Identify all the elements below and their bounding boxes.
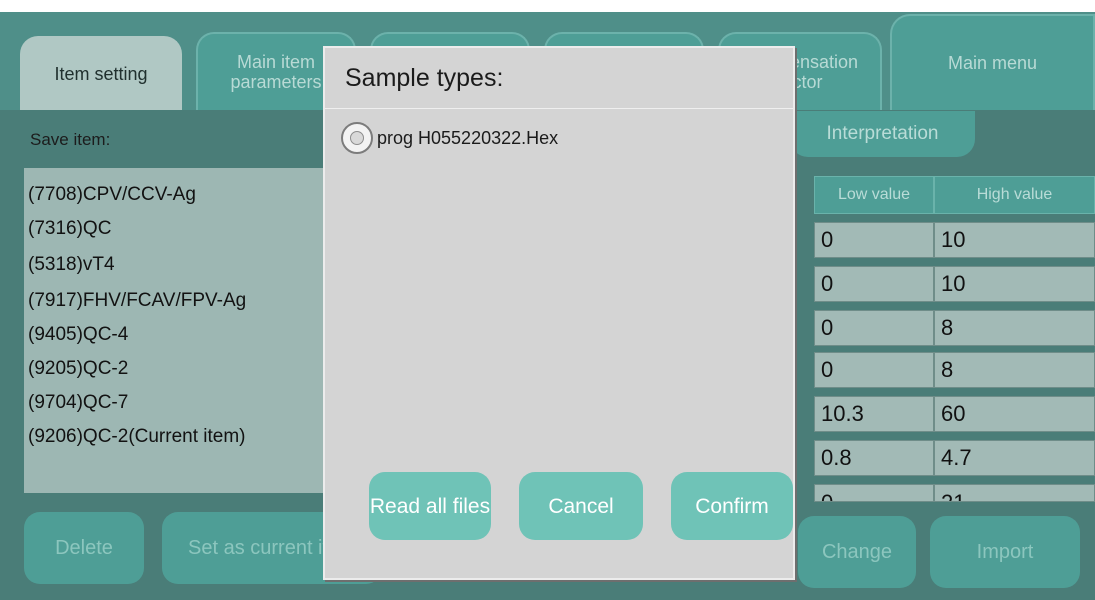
dialog-title: Sample types: [345, 64, 504, 92]
list-item[interactable]: (9206)QC-2(Current item) [28, 426, 246, 448]
high-value-header: High value [934, 176, 1095, 214]
high-value-cell[interactable]: 60 [934, 396, 1095, 432]
file-option-label[interactable]: prog H055220322.Hex [377, 128, 558, 149]
low-value-cell[interactable]: 0 [814, 352, 934, 388]
list-item[interactable]: (9205)QC-2 [28, 358, 128, 380]
high-value-cell[interactable]: 8 [934, 352, 1095, 388]
cancel-button[interactable]: Cancel [519, 472, 643, 540]
high-value-cell[interactable]: 21 [934, 484, 1095, 502]
low-value-cell[interactable]: 0 [814, 484, 934, 502]
list-item[interactable]: (9405)QC-4 [28, 324, 128, 346]
tab-item-setting-label: Item setting [54, 64, 148, 84]
dialog-divider [325, 108, 793, 109]
list-item[interactable]: (7708)CPV/CCV-Ag [28, 184, 196, 206]
change-button[interactable]: Change [798, 516, 916, 588]
list-item[interactable]: (7917)FHV/FCAV/FPV-Ag [28, 290, 246, 312]
top-status-bar [0, 0, 1095, 12]
import-button[interactable]: Import [930, 516, 1080, 588]
radio-dot-icon [350, 131, 364, 145]
list-item[interactable]: (9704)QC-7 [28, 392, 128, 414]
high-value-cell[interactable]: 10 [934, 222, 1095, 258]
low-value-cell[interactable]: 10.3 [814, 396, 934, 432]
list-item[interactable]: (7316)QC [28, 218, 111, 240]
high-value-cell[interactable]: 8 [934, 310, 1095, 346]
read-all-files-button[interactable]: Read all files [369, 472, 491, 540]
tab-main-menu-label: Main menu [947, 53, 1038, 73]
confirm-button[interactable]: Confirm [671, 472, 793, 540]
low-value-cell[interactable]: 0 [814, 222, 934, 258]
interpretation-tab[interactable]: Interpretation [790, 111, 975, 157]
high-value-cell[interactable]: 4.7 [934, 440, 1095, 476]
low-value-cell[interactable]: 0 [814, 266, 934, 302]
save-item-label: Save item: [30, 130, 111, 149]
delete-button[interactable]: Delete [24, 512, 144, 584]
list-item[interactable]: (5318)vT4 [28, 254, 115, 276]
high-value-cell[interactable]: 10 [934, 266, 1095, 302]
tab-item-setting[interactable]: Item setting [20, 36, 182, 110]
low-value-cell[interactable]: 0.8 [814, 440, 934, 476]
low-value-header: Low value [814, 176, 934, 214]
sample-types-dialog: Sample types: prog H055220322.Hex Read a… [323, 46, 795, 580]
low-value-cell[interactable]: 0 [814, 310, 934, 346]
file-radio-button[interactable] [341, 122, 373, 154]
tab-main-menu[interactable]: Main menu [890, 14, 1095, 110]
